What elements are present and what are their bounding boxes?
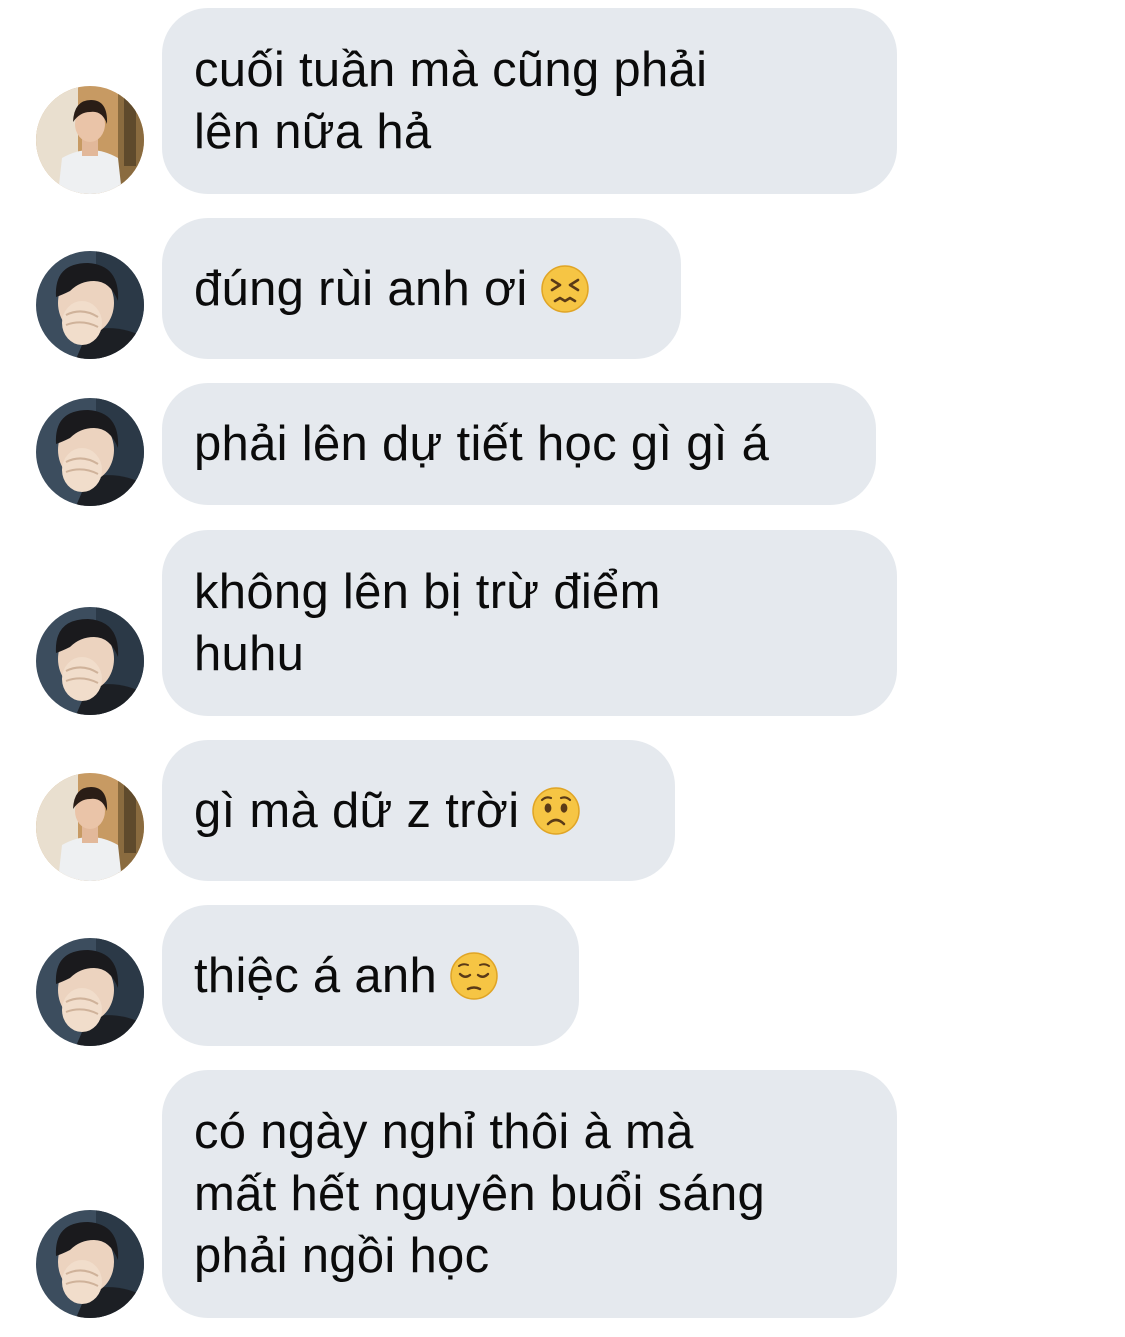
worried-face-icon <box>532 786 581 835</box>
avatar-jimin[interactable] <box>36 938 144 1046</box>
message-line: có ngày nghỉ thôi à mà <box>194 1105 694 1159</box>
message-bubble[interactable]: gì mà dữ z trời <box>162 740 675 881</box>
message-line: huhu <box>194 627 305 681</box>
avatar-jin[interactable] <box>36 773 144 881</box>
avatar-jimin[interactable] <box>36 251 144 359</box>
avatar-jin[interactable] <box>36 86 144 194</box>
message-text: thiệc á anh <box>194 948 438 1003</box>
message-text: đúng rùi anh ơi <box>194 261 528 316</box>
message-text: gì mà dữ z trời <box>194 783 520 838</box>
persevering-face-icon <box>540 264 589 313</box>
avatar-jimin[interactable] <box>36 398 144 506</box>
message-line: cuối tuần mà cũng phải <box>194 43 708 97</box>
message-line: mất hết nguyên buổi sáng <box>194 1167 766 1221</box>
message-bubble[interactable]: thiệc á anh <box>162 905 579 1046</box>
message-bubble[interactable]: đúng rùi anh ơi <box>162 218 681 359</box>
message-bubble[interactable]: có ngày nghỉ thôi à mà mất hết nguyên bu… <box>162 1070 897 1318</box>
avatar-jimin[interactable] <box>36 607 144 715</box>
message-bubble[interactable]: cuối tuần mà cũng phải lên nữa hả <box>162 8 897 194</box>
avatar-jimin[interactable] <box>36 1210 144 1318</box>
pensive-face-icon <box>450 951 498 1000</box>
message-bubble[interactable]: phải lên dự tiết học gì gì á <box>162 383 876 505</box>
message-bubble[interactable]: không lên bị trừ điểm huhu <box>162 530 897 716</box>
message-text: phải lên dự tiết học gì gì á <box>194 417 770 471</box>
message-line: lên nữa hả <box>194 105 432 159</box>
message-line: không lên bị trừ điểm <box>194 565 661 619</box>
message-line: phải ngồi học <box>194 1229 490 1283</box>
